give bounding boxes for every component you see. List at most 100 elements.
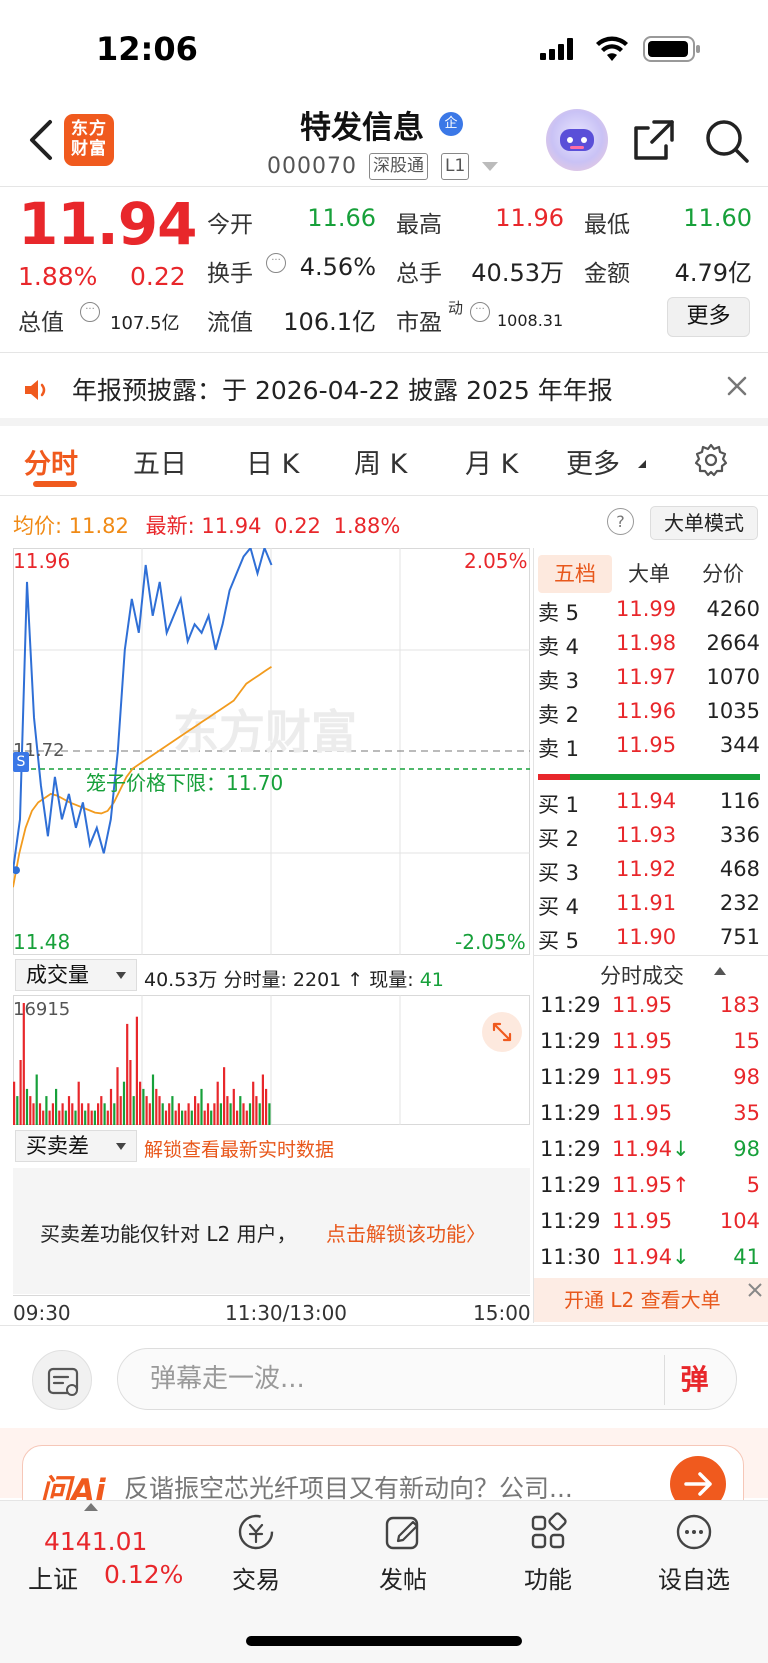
trade-time: 11:29 bbox=[540, 1029, 601, 1053]
volume-chart bbox=[13, 995, 530, 1125]
period-volume-label: 分时量: bbox=[223, 969, 287, 991]
tab-five-day[interactable]: 五日 bbox=[133, 442, 187, 481]
ask-row[interactable]: 卖 1 11.95 344 bbox=[538, 733, 760, 767]
volume-bar bbox=[32, 1103, 35, 1125]
divider bbox=[533, 548, 534, 1323]
gear-icon[interactable] bbox=[693, 442, 729, 478]
ask-row[interactable]: 卖 3 11.97 1070 bbox=[538, 665, 760, 699]
latest-chg: 0.22 bbox=[274, 514, 321, 538]
unlock-hint[interactable]: 解锁查看最新实时数据 bbox=[144, 1135, 334, 1162]
bid-row[interactable]: 买 1 11.94 116 bbox=[538, 789, 760, 823]
tab-big-orders[interactable]: 大单 bbox=[612, 555, 686, 593]
ask-row[interactable]: 卖 4 11.98 2664 bbox=[538, 631, 760, 665]
volume-bar bbox=[268, 1103, 271, 1125]
big-order-mode-button[interactable]: 大单模式 bbox=[650, 506, 758, 540]
index-name[interactable]: 上证 bbox=[28, 1560, 78, 1596]
ask-label: 卖 4 bbox=[538, 635, 580, 659]
trades-title[interactable]: 分时成交 bbox=[600, 960, 684, 990]
trade-direction-arrow: ↑ bbox=[672, 1173, 690, 1197]
indicator-select-spread[interactable]: 买卖差 bbox=[15, 1130, 137, 1162]
avg-value: 11.82 bbox=[68, 514, 129, 538]
search-icon[interactable] bbox=[704, 118, 750, 164]
ask-row[interactable]: 卖 5 11.99 4260 bbox=[538, 597, 760, 631]
bid-price: 11.92 bbox=[616, 857, 677, 881]
watchlist-icon[interactable] bbox=[674, 1512, 714, 1552]
tab-order-book[interactable]: 五档 bbox=[538, 555, 612, 593]
trade-row: 11:29 11.95 98 bbox=[540, 1065, 760, 1100]
ask-row[interactable]: 卖 2 11.96 1035 bbox=[538, 699, 760, 733]
bid-row[interactable]: 买 5 11.90 751 bbox=[538, 925, 760, 959]
volume-bar bbox=[181, 1110, 184, 1125]
open-label: 今开 bbox=[207, 212, 253, 238]
volume-bar bbox=[61, 1103, 64, 1125]
volume-bar bbox=[58, 1110, 61, 1125]
trade-price: 11.95 bbox=[612, 993, 673, 1017]
indicator-select-volume[interactable]: 成交量 bbox=[15, 959, 137, 991]
bid-row[interactable]: 买 2 11.93 336 bbox=[538, 823, 760, 857]
tab-daily-k[interactable]: 日 K bbox=[246, 442, 299, 481]
trade-row: 11:29 11.95 104 bbox=[540, 1209, 760, 1244]
latest-pct: 1.88% bbox=[333, 514, 401, 538]
bid-price: 11.90 bbox=[616, 925, 677, 949]
l2-unlock-link[interactable]: 点击解锁该功能〉 bbox=[326, 1218, 486, 1247]
share-icon[interactable] bbox=[632, 118, 676, 162]
speaker-icon bbox=[25, 380, 46, 400]
notice-text[interactable]: 年报预披露：于 2026-04-22 披露 2025 年年报 bbox=[72, 371, 613, 407]
post-icon[interactable] bbox=[383, 1512, 423, 1552]
index-expand-icon[interactable] bbox=[84, 1503, 98, 1511]
volume-bar bbox=[126, 1023, 129, 1125]
danmu-input[interactable]: 弹幕走一波... bbox=[117, 1348, 737, 1410]
robot-avatar[interactable] bbox=[546, 109, 608, 171]
float-label: 流值 bbox=[207, 310, 253, 336]
volume-bar bbox=[42, 1110, 45, 1125]
nav-functions[interactable]: 功能 bbox=[508, 1560, 588, 1595]
change-amt: 0.22 bbox=[130, 262, 186, 291]
ask-label: 卖 2 bbox=[538, 703, 580, 727]
stock-name[interactable]: 特发信息 bbox=[300, 102, 424, 147]
functions-icon[interactable] bbox=[528, 1512, 568, 1552]
sort-up-icon[interactable] bbox=[714, 967, 726, 975]
intraday-price-chart[interactable]: 东方财富 bbox=[13, 548, 530, 955]
volume-bar bbox=[245, 1110, 248, 1125]
bid-row[interactable]: 买 4 11.91 232 bbox=[538, 891, 760, 925]
volume-bar bbox=[229, 1103, 232, 1125]
nav-post[interactable]: 发帖 bbox=[363, 1560, 443, 1595]
ask-label: 卖 1 bbox=[538, 737, 580, 761]
trade-price: 11.95 bbox=[612, 1065, 673, 1089]
volume-bar bbox=[51, 1103, 54, 1125]
close-icon[interactable] bbox=[746, 1281, 764, 1299]
start-point bbox=[13, 866, 20, 875]
danmu-settings-icon[interactable] bbox=[32, 1350, 92, 1410]
turnover-value: 4.56% bbox=[299, 253, 376, 281]
l2-upgrade-banner[interactable]: 开通 L2 查看大单 bbox=[534, 1278, 768, 1322]
tab-weekly-k[interactable]: 周 K bbox=[354, 442, 407, 481]
tab-intraday[interactable]: 分时 bbox=[24, 442, 78, 481]
trade-time: 11:29 bbox=[540, 1065, 601, 1089]
more-button[interactable]: 更多 bbox=[667, 297, 750, 337]
info-icon[interactable]: ··· bbox=[266, 253, 286, 273]
volume-bar bbox=[139, 1081, 142, 1125]
index-value[interactable]: 4141.01 bbox=[44, 1527, 147, 1556]
close-icon[interactable] bbox=[725, 374, 749, 398]
nav-trade[interactable]: 交易 bbox=[216, 1560, 296, 1595]
danmu-toggle-button[interactable]: 弹 bbox=[664, 1355, 724, 1405]
trade-icon[interactable] bbox=[236, 1512, 276, 1552]
volume-bar bbox=[174, 1110, 177, 1125]
info-icon[interactable]: ··· bbox=[470, 302, 490, 322]
nav-watchlist[interactable]: 设自选 bbox=[644, 1560, 744, 1595]
index-change[interactable]: 0.12% bbox=[104, 1560, 183, 1589]
bid-row[interactable]: 买 3 11.92 468 bbox=[538, 857, 760, 891]
tab-more[interactable]: 更多 bbox=[566, 442, 620, 481]
expand-icon[interactable] bbox=[482, 1012, 522, 1052]
help-icon[interactable]: ? bbox=[607, 508, 634, 535]
tab-price-dist[interactable]: 分价 bbox=[686, 555, 760, 593]
chevron-down-icon[interactable] bbox=[482, 162, 498, 171]
trade-price: 11.95 bbox=[612, 1173, 673, 1197]
tab-monthly-k[interactable]: 月 K bbox=[465, 442, 518, 481]
info-icon[interactable]: ··· bbox=[80, 302, 100, 322]
trade-volume: 35 bbox=[733, 1101, 760, 1125]
back-icon[interactable] bbox=[24, 118, 60, 162]
volume-bar bbox=[261, 1074, 264, 1125]
volume-bar bbox=[113, 1103, 116, 1125]
tab-underline bbox=[33, 481, 77, 487]
